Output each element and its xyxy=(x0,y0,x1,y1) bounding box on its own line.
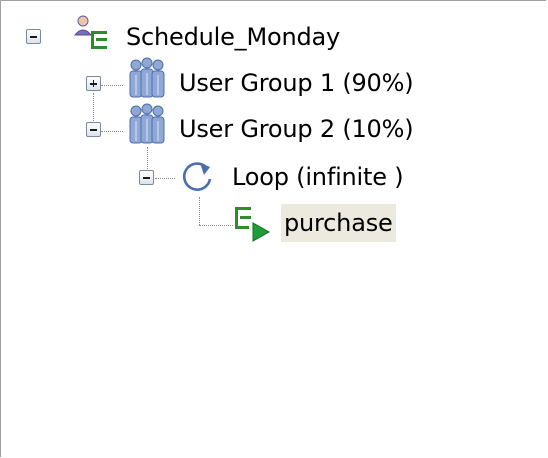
schedule-tree-panel: Schedule_Monday User Group 1 (90%) User … xyxy=(0,0,546,457)
tree-node-label: User Group 1 (90%) xyxy=(179,69,414,97)
tree-node-user-group-1[interactable]: User Group 1 (90%) xyxy=(1,57,547,103)
tree-node-user-group-2[interactable]: User Group 2 (10%) xyxy=(1,103,547,149)
user-group-icon xyxy=(129,57,165,98)
loop-icon xyxy=(182,162,212,191)
tree-node-label: Loop (infinite ) xyxy=(232,163,404,191)
test-icon xyxy=(235,207,271,242)
tree-node-purchase[interactable]: purchase xyxy=(1,203,547,243)
tree-node-label: Schedule_Monday xyxy=(126,23,341,51)
collapse-toggle[interactable] xyxy=(26,29,41,44)
tree-node-label: User Group 2 (10%) xyxy=(179,115,414,143)
schedule-icon xyxy=(73,15,107,49)
tree-node-schedule-monday[interactable]: Schedule_Monday xyxy=(1,15,547,57)
collapse-toggle[interactable] xyxy=(139,170,154,185)
expand-toggle[interactable] xyxy=(86,76,101,91)
tree-node-label: purchase xyxy=(281,204,396,242)
tree-node-loop[interactable]: Loop (infinite ) xyxy=(1,157,547,197)
collapse-toggle[interactable] xyxy=(86,122,101,137)
user-group-icon xyxy=(129,103,165,144)
